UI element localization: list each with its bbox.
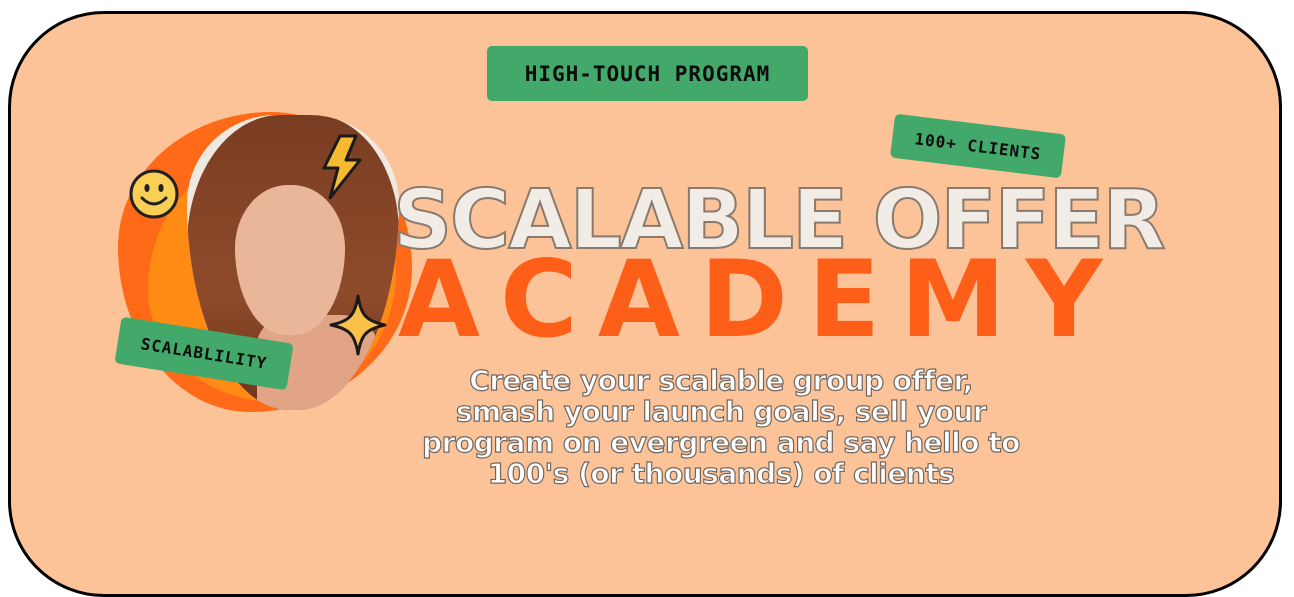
- title-academy: ACADEMY: [398, 238, 1123, 361]
- subtitle-line: smash your launch goals, sell your: [455, 395, 987, 428]
- subtitle-line: 100's (or thousands) of clients: [487, 457, 955, 490]
- smiley-face-icon: [129, 169, 179, 219]
- lightning-bolt-icon: [322, 134, 362, 200]
- sparkle-star-icon: [329, 294, 387, 356]
- banner-subtitle: Create your scalable group offer, smash …: [346, 364, 1096, 490]
- high-touch-program-badge: HIGH-TOUCH PROGRAM: [487, 46, 808, 101]
- subtitle-line: program on evergreen and say hello to: [422, 426, 1021, 459]
- subtitle-line: Create your scalable group offer,: [469, 364, 974, 397]
